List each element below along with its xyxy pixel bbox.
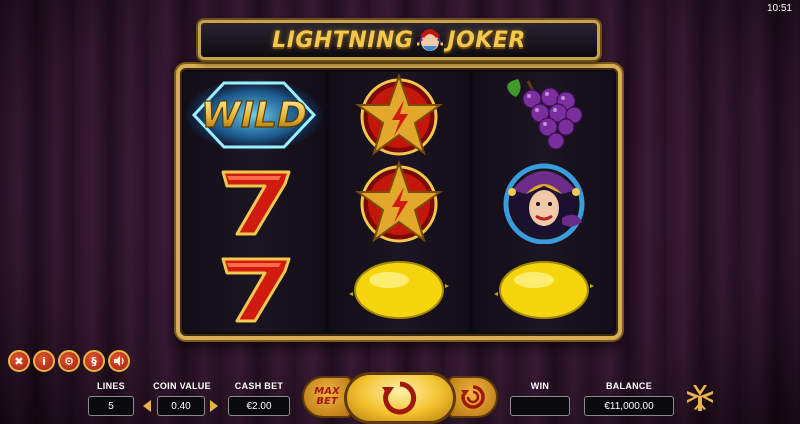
reel-1: WILD	[184, 72, 325, 332]
joker-icon	[503, 163, 585, 244]
cash-bet-value: €2.00	[228, 396, 290, 416]
balance-label: BALANCE	[605, 381, 653, 391]
lightning-star-icon	[354, 159, 444, 243]
chevron-right-icon	[210, 400, 218, 412]
paytable-button[interactable]: §	[83, 350, 105, 372]
close-icon: ✖	[14, 354, 24, 368]
lightning-star-icon	[354, 73, 444, 156]
lines-value: 5	[88, 396, 134, 416]
win-label: WIN	[530, 381, 550, 391]
paytable-icon: §	[91, 354, 97, 368]
symbol-seven	[184, 159, 325, 246]
win-value	[510, 396, 570, 416]
wild-label: WILD	[201, 95, 307, 136]
symbol-joker	[473, 159, 614, 246]
close-button[interactable]: ✖	[8, 350, 30, 372]
seven-icon	[221, 257, 291, 323]
sound-button[interactable]	[108, 350, 130, 372]
reel-3	[473, 72, 615, 332]
toolbar: ✖ i ⚙ §	[8, 350, 130, 372]
sound-icon	[114, 356, 124, 366]
status-clock: 10:51	[766, 3, 792, 14]
seven-icon	[221, 170, 291, 236]
balance-value: €11,000.00	[584, 396, 674, 416]
symbol-lemon	[329, 245, 470, 332]
reel-2	[328, 72, 470, 332]
lemon-icon	[349, 260, 449, 319]
coin-decrease-button[interactable]	[140, 396, 154, 416]
gear-icon: ⚙	[64, 354, 74, 368]
settings-button[interactable]: ⚙	[58, 350, 80, 372]
lemon-icon	[493, 260, 594, 319]
grapes-icon	[506, 79, 583, 150]
lines-label: LINES	[96, 381, 125, 391]
coin-value-label: COIN VALUE	[153, 381, 211, 391]
info-button[interactable]: i	[33, 350, 55, 372]
coin-increase-button[interactable]	[207, 396, 221, 416]
chevron-left-icon	[143, 400, 151, 412]
coin-value: 0.40	[157, 396, 205, 416]
symbol-star	[329, 72, 470, 159]
symbol-lemon	[473, 245, 614, 332]
symbol-wild: WILD	[184, 72, 325, 159]
info-icon: i	[42, 354, 46, 368]
logo-word-left: LIGHTNING	[272, 27, 414, 53]
reel-frame: WILD	[176, 64, 622, 340]
logo-word-right: JOKER	[447, 27, 526, 53]
wild-symbol-icon: WILD	[186, 79, 323, 152]
bet-panel: LINES 5 COIN VALUE 0.40 CASH BET €2.00 W…	[0, 376, 800, 424]
jester-logo-icon	[417, 29, 444, 51]
reels: WILD	[184, 72, 615, 332]
symbol-seven	[184, 245, 325, 332]
game-logo: LIGHTNING JOKER	[198, 20, 600, 60]
cash-bet-label: CASH BET	[234, 381, 284, 391]
symbol-grapes	[473, 72, 614, 159]
symbol-star	[329, 159, 470, 246]
